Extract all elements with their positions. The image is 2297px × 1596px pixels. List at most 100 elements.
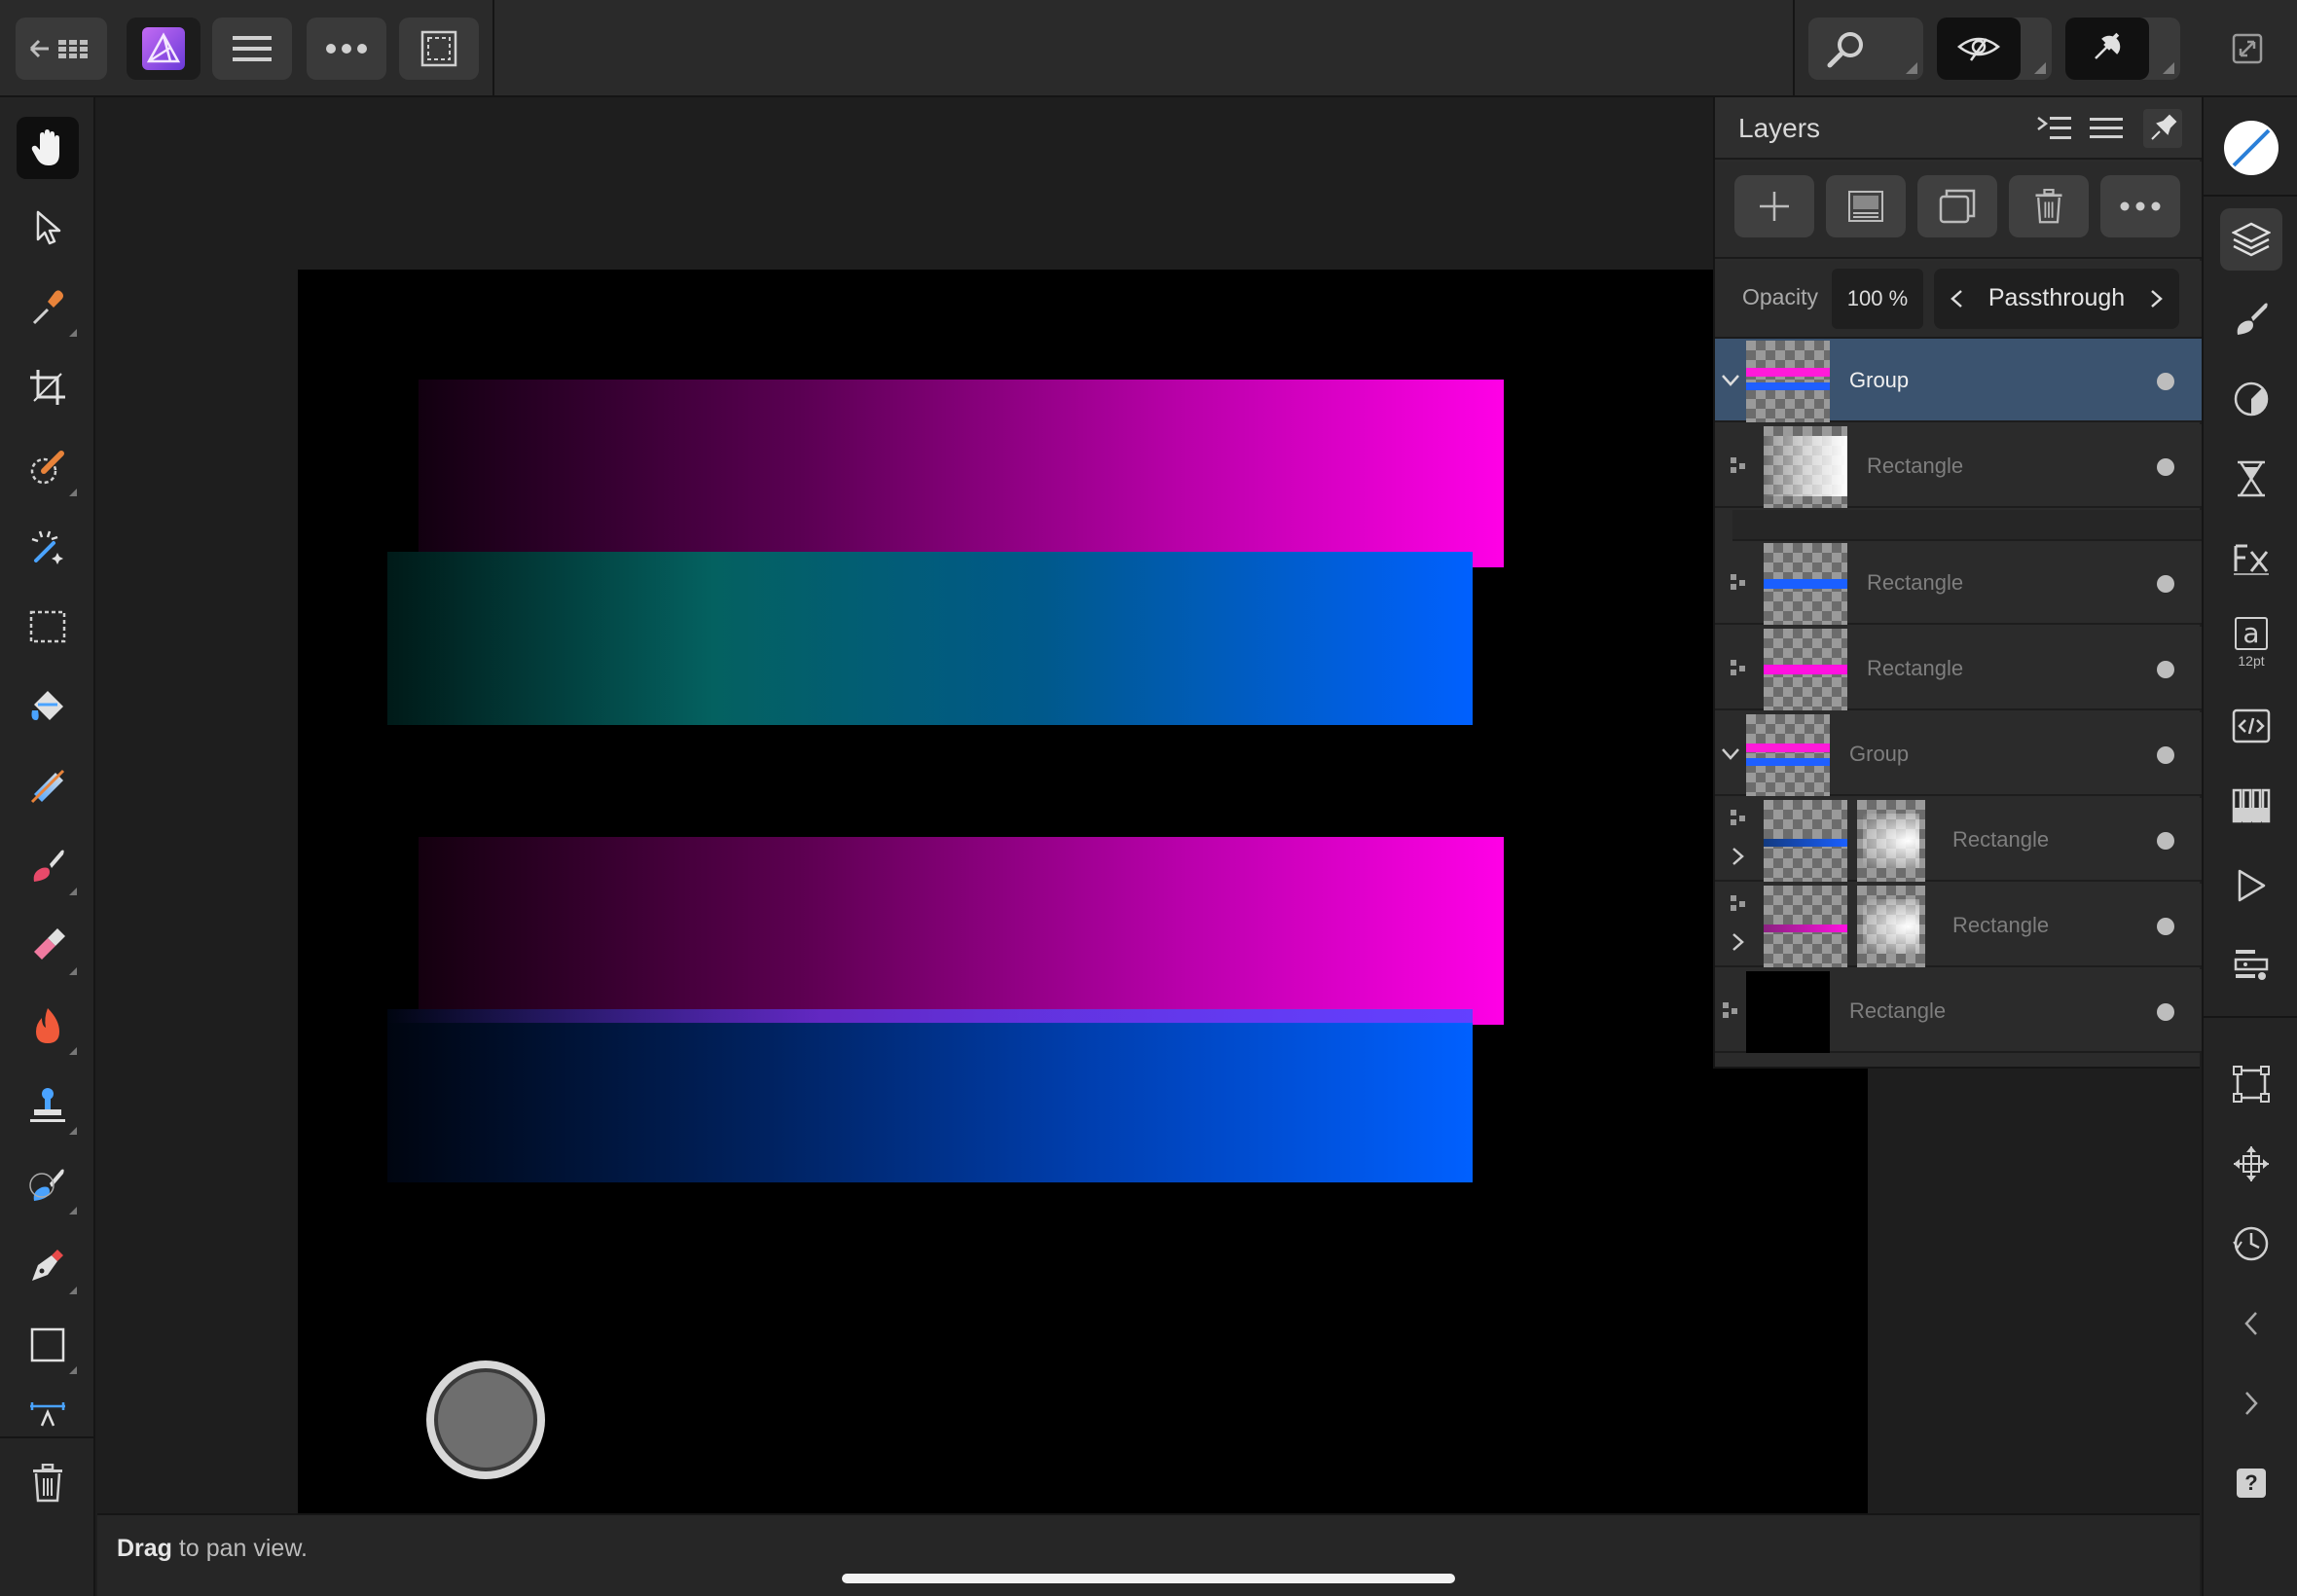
visibility-toggle[interactable] xyxy=(2157,575,2174,593)
visibility-toggle[interactable] xyxy=(2157,661,2174,678)
expand-toggle[interactable] xyxy=(1719,366,1742,395)
previous-button[interactable] xyxy=(2220,1292,2282,1355)
font-letter-icon: a xyxy=(2235,616,2268,650)
blend-mode-selector[interactable]: Passthrough xyxy=(1934,269,2179,329)
hand-tool[interactable] xyxy=(17,117,79,179)
help-button[interactable]: ? xyxy=(2220,1452,2282,1514)
text-frame-icon xyxy=(30,1402,65,1427)
visibility-toggle[interactable] xyxy=(2157,1003,2174,1021)
layer-row-group-1[interactable]: Group xyxy=(1715,339,2202,422)
layers-menu-button[interactable] xyxy=(2087,109,2126,148)
burn-tool[interactable] xyxy=(17,995,79,1057)
visibility-toggle[interactable] xyxy=(2157,918,2174,935)
erase-tool[interactable] xyxy=(17,915,79,977)
selection-brush-tool[interactable] xyxy=(17,436,79,498)
expand-toggle[interactable] xyxy=(1729,845,1748,868)
delete-layer-button[interactable] xyxy=(2009,175,2089,237)
blue-rectangle-bottom[interactable] xyxy=(387,1009,1473,1182)
color-swatch-button[interactable] xyxy=(2220,117,2282,179)
paint-brush-tool[interactable] xyxy=(17,835,79,897)
adjustments-studio-button[interactable] xyxy=(2220,368,2282,430)
brushes-studio-button[interactable] xyxy=(2220,288,2282,350)
gradient-tool[interactable] xyxy=(17,755,79,817)
layer-row-rectangle-2[interactable]: Rectangle xyxy=(1715,541,2202,625)
channels-studio-button[interactable] xyxy=(2220,775,2282,837)
layer-name: Rectangle xyxy=(1952,827,2050,852)
zoom-button[interactable] xyxy=(1808,18,1923,80)
layer-row-rectangle-6[interactable]: Rectangle xyxy=(1715,969,2202,1053)
layer-row-rectangle-3[interactable]: Rectangle xyxy=(1715,627,2202,710)
add-layer-button[interactable] xyxy=(1734,175,1814,237)
blend-next-button[interactable] xyxy=(2144,286,2169,311)
clone-tool[interactable] xyxy=(17,1074,79,1137)
duplicate-layer-button[interactable] xyxy=(1917,175,1997,237)
flood-select-tool[interactable] xyxy=(17,516,79,578)
properties-studio-button[interactable] xyxy=(2220,934,2282,997)
chevron-right-icon xyxy=(2151,290,2163,308)
app-logo-button[interactable] xyxy=(127,18,201,80)
navigator-studio-button[interactable] xyxy=(2220,1133,2282,1195)
mask-thumbnail xyxy=(1857,800,1925,882)
view-mode-button[interactable] xyxy=(1937,18,2052,80)
hand-icon xyxy=(31,129,59,165)
move-tool[interactable] xyxy=(17,197,79,259)
character-studio-button[interactable]: a 12pt xyxy=(2220,605,2282,679)
visibility-toggle[interactable] xyxy=(2157,832,2174,850)
layer-name: Rectangle xyxy=(1867,570,1964,595)
layer-row-group-2[interactable]: Group xyxy=(1715,712,2202,796)
main-menu-button[interactable] xyxy=(212,18,292,80)
expand-toggle[interactable] xyxy=(1719,740,1742,769)
magenta-rectangle-top[interactable] xyxy=(419,380,1504,567)
layers-collapse-button[interactable] xyxy=(2034,109,2073,148)
trash-icon xyxy=(2035,189,2062,224)
layer-row-rectangle-1[interactable]: Rectangle xyxy=(1715,424,2202,508)
duplicate-icon xyxy=(1939,189,1976,224)
layer-thumbnail xyxy=(1746,341,1830,422)
visibility-toggle[interactable] xyxy=(2157,373,2174,390)
layer-thumbnail xyxy=(1764,543,1847,625)
history-studio-button[interactable] xyxy=(2220,448,2282,510)
floating-modifier-button[interactable] xyxy=(426,1360,545,1479)
back-to-gallery-button[interactable] xyxy=(16,18,107,80)
layers-pin-button[interactable] xyxy=(2143,109,2182,148)
layers-panel: Layers Opacity 100 % Passthrough Group R… xyxy=(1713,97,2202,1069)
layer-more-button[interactable] xyxy=(2100,175,2180,237)
fill-tool[interactable] xyxy=(17,675,79,738)
move-arrow-icon xyxy=(36,210,61,245)
pen-tool[interactable] xyxy=(17,1234,79,1296)
history-button[interactable] xyxy=(2220,1213,2282,1275)
magic-wand-icon xyxy=(31,530,63,564)
hourglass-icon xyxy=(2238,460,2265,497)
shape-layer-icon xyxy=(1731,457,1745,473)
home-indicator[interactable] xyxy=(842,1574,1455,1583)
add-mask-button[interactable] xyxy=(1826,175,1906,237)
visibility-toggle[interactable] xyxy=(2157,746,2174,764)
layer-row-rectangle-5[interactable]: Rectangle xyxy=(1715,884,2202,967)
teal-blue-rectangle-top[interactable] xyxy=(387,552,1473,725)
transform-studio-button[interactable] xyxy=(2220,1053,2282,1115)
text-tool[interactable] xyxy=(17,1392,79,1434)
color-picker-tool[interactable] xyxy=(17,276,79,339)
visibility-toggle[interactable] xyxy=(2157,458,2174,476)
shape-tool[interactable] xyxy=(17,1314,79,1376)
retouch-tool[interactable] xyxy=(17,1154,79,1216)
snapping-button[interactable] xyxy=(2065,18,2180,80)
crop-tool[interactable] xyxy=(17,356,79,418)
more-options-button[interactable] xyxy=(307,18,386,80)
fx-studio-button[interactable] xyxy=(2220,527,2282,590)
macro-studio-button[interactable] xyxy=(2220,695,2282,757)
layers-studio-button[interactable] xyxy=(2220,208,2282,271)
opacity-value[interactable]: 100 % xyxy=(1832,269,1923,329)
adjustments-icon xyxy=(2234,381,2269,417)
layer-row-rectangle-4[interactable]: Rectangle xyxy=(1715,798,2202,882)
app-logo-icon xyxy=(142,27,185,70)
selection-button[interactable] xyxy=(399,18,479,80)
play-studio-button[interactable] xyxy=(2220,854,2282,917)
expand-view-button[interactable] xyxy=(2215,18,2279,80)
shape-layer-icon xyxy=(1731,895,1745,911)
magenta-rectangle-bottom[interactable] xyxy=(419,837,1504,1025)
marquee-tool[interactable] xyxy=(17,596,79,658)
delete-button[interactable] xyxy=(17,1452,79,1514)
next-button[interactable] xyxy=(2220,1372,2282,1434)
expand-toggle[interactable] xyxy=(1729,930,1748,954)
